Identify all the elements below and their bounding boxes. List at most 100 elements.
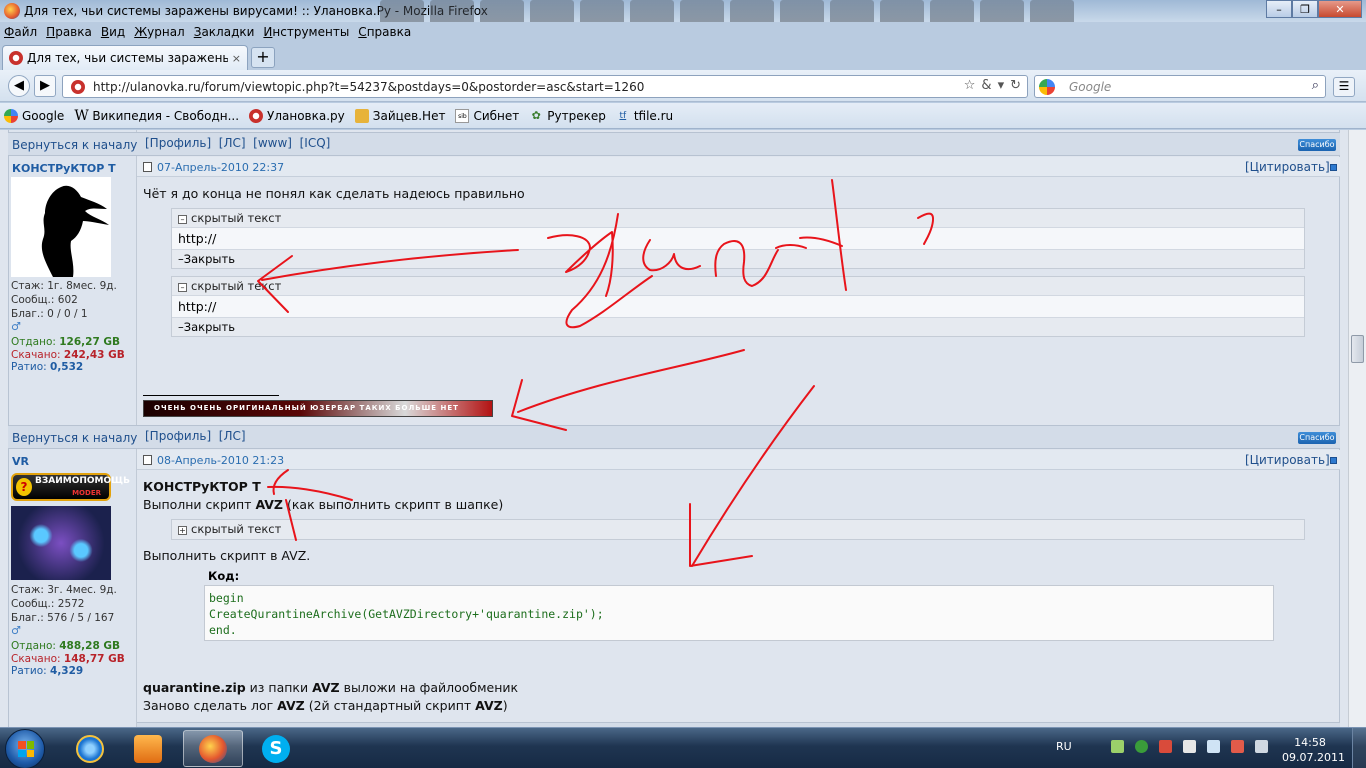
menu-edit[interactable]: Правка: [46, 25, 92, 39]
dropdown-icon[interactable]: ▾: [998, 78, 1005, 93]
url-bar[interactable]: http://ulanovka.ru/forum/viewtopic.php?t…: [62, 75, 1028, 98]
maximize-button[interactable]: ❐: [1292, 0, 1318, 18]
bookmark-tfile[interactable]: tf tfile.ru: [616, 109, 673, 123]
stat-downloaded: Скачано: 148,77 GB: [11, 653, 125, 665]
back-button[interactable]: ◀: [8, 75, 30, 97]
menu-history[interactable]: Журнал: [134, 25, 185, 39]
close-button[interactable]: ✕: [1318, 0, 1362, 18]
reload-icon[interactable]: ↻: [1010, 78, 1021, 93]
post-marker-icon: [1330, 457, 1337, 464]
bookmark-ulanovka[interactable]: Улановка.ру: [249, 108, 345, 123]
google-icon[interactable]: [1039, 79, 1055, 95]
scrollbar-thumb[interactable]: [1351, 335, 1364, 363]
forward-button[interactable]: ▶: [34, 75, 56, 97]
internet-explorer-icon: [76, 734, 104, 763]
male-gender-icon: ♂: [11, 320, 21, 333]
tab-close-icon[interactable]: ×: [232, 52, 241, 65]
minimize-button[interactable]: –: [1266, 0, 1292, 18]
start-button[interactable]: [5, 729, 45, 768]
userbar-signature: ОЧЕНЬ ОЧЕНЬ ОРИГИНАЛЬНЫЙ ЮЗЕРБАР ТАКИХ Б…: [143, 400, 493, 417]
network-icon[interactable]: [1206, 740, 1220, 753]
profile-links[interactable]: [Профиль] [ЛС] [www] [ICQ]: [145, 136, 330, 150]
stat-posts: Сообщ.: 2572: [11, 598, 85, 610]
wikipedia-icon: W: [74, 107, 89, 124]
back-to-top-link[interactable]: Вернуться к началу: [12, 431, 137, 445]
show-desktop-button[interactable]: [1352, 728, 1366, 768]
code-block: begin CreateQurantineArchive(GetAVZDirec…: [204, 585, 1274, 641]
spoiler-header[interactable]: – скрытый текст: [172, 209, 1304, 228]
taskbar-ie[interactable]: [60, 730, 120, 767]
menu-button[interactable]: ☰: [1333, 77, 1355, 97]
action-center-icon[interactable]: [1230, 740, 1244, 753]
bookmark-rutracker[interactable]: ✿ Рутрекер: [529, 109, 606, 123]
bookmark-zaycev[interactable]: Зайцев.Нет: [354, 108, 445, 123]
ulanovka-favicon-icon: [9, 51, 23, 65]
spoiler-header[interactable]: + скрытый текст: [172, 520, 1304, 539]
spoiler-block: + скрытый текст: [171, 519, 1305, 540]
bookmark-google[interactable]: Google: [4, 108, 64, 123]
system-clock[interactable]: 14:58 09.07.2011: [1282, 735, 1345, 765]
network-error-icon[interactable]: [1158, 740, 1172, 753]
monitor-icon[interactable]: [1254, 740, 1268, 753]
tray-app-icon[interactable]: [1110, 740, 1124, 753]
google-icon: [4, 108, 18, 123]
menu-tools[interactable]: Инструменты: [263, 25, 349, 39]
utorrent-icon[interactable]: [1134, 740, 1148, 753]
translate-icon[interactable]: &: [981, 78, 991, 93]
signature-divider: [143, 395, 279, 396]
menu-file[interactable]: Файл: [4, 25, 37, 39]
new-tab-button[interactable]: +: [251, 47, 275, 68]
post-header: [137, 157, 1340, 177]
thanks-button[interactable]: Спасибо: [1298, 432, 1336, 444]
spoiler-content: http://: [172, 228, 1304, 249]
menu-view[interactable]: Вид: [101, 25, 125, 39]
stat-posts: Сообщ.: 602: [11, 294, 78, 306]
stat-thanks: Благ.: 0 / 0 / 1: [11, 308, 88, 320]
language-indicator[interactable]: RU: [1056, 740, 1072, 753]
back-to-top-link[interactable]: Вернуться к началу: [12, 138, 137, 152]
firefox-icon: [4, 3, 20, 19]
menu-bar: Файл Правка Вид Журнал Закладки Инструме…: [0, 22, 1366, 42]
spoiler-close[interactable]: –Закрыть: [172, 317, 1304, 336]
windows-icon: [18, 741, 34, 757]
sibnet-icon: sib: [455, 108, 470, 123]
spoiler-close[interactable]: –Закрыть: [172, 249, 1304, 268]
forum-page: Вернуться к началу [Профиль] [ЛС] [www] …: [0, 130, 1348, 727]
bookmark-wikipedia[interactable]: W Википедия - Свободн...: [74, 109, 239, 123]
avatar: [11, 177, 111, 277]
taskbar-media-player[interactable]: [118, 730, 178, 767]
post-author[interactable]: VR: [12, 455, 29, 468]
bookmark-sibnet[interactable]: sib Сибнет: [455, 108, 519, 123]
url-text: http://ulanovka.ru/forum/viewtopic.php?t…: [93, 79, 645, 94]
clock-time: 14:58: [1294, 736, 1326, 749]
quote-link[interactable]: [Цитировать]: [1245, 453, 1330, 467]
post-header: [137, 450, 1340, 470]
menu-bookmarks[interactable]: Закладки: [194, 25, 255, 39]
rutracker-icon: ✿: [531, 108, 541, 122]
tab-active[interactable]: Для тех, чьи системы заражены вирус... ×: [2, 45, 248, 70]
desktop-thumbnails: [380, 0, 1074, 22]
volume-icon[interactable]: [1182, 740, 1196, 753]
spoiler-header[interactable]: – скрытый текст: [172, 277, 1304, 296]
skype-icon: S: [262, 734, 290, 763]
post-date: 07-Апрель-2010 22:37: [157, 161, 285, 174]
search-box[interactable]: Google ⌕: [1034, 75, 1326, 98]
stat-uploaded: Отдано: 126,27 GB: [11, 336, 121, 348]
bookmark-star-icon[interactable]: ☆: [964, 78, 976, 93]
post-text: Выполнить скрипт в AVZ.: [143, 548, 311, 563]
thanks-button[interactable]: Спасибо: [1298, 139, 1336, 151]
menu-help[interactable]: Справка: [358, 25, 411, 39]
post-marker-icon: [1330, 164, 1337, 171]
post-text: Чёт я до конца не понял как сделать наде…: [143, 186, 525, 201]
spoiler-block: – скрытый текст http:// –Закрыть: [171, 208, 1305, 269]
search-icon[interactable]: ⌕: [1312, 78, 1319, 93]
system-tray: RU: [1056, 740, 1268, 753]
site-identity-icon[interactable]: [71, 80, 85, 94]
quote-link[interactable]: [Цитировать]: [1245, 160, 1330, 174]
bookmarks-toolbar: Google W Википедия - Свободн... Улановка.…: [0, 103, 1366, 129]
profile-links[interactable]: [Профиль] [ЛС]: [145, 429, 246, 443]
vertical-scrollbar[interactable]: [1348, 130, 1366, 727]
taskbar-firefox[interactable]: [183, 730, 243, 767]
post-author[interactable]: КОНСТРуКТОР Т: [12, 162, 116, 175]
taskbar-skype[interactable]: S: [246, 730, 306, 767]
